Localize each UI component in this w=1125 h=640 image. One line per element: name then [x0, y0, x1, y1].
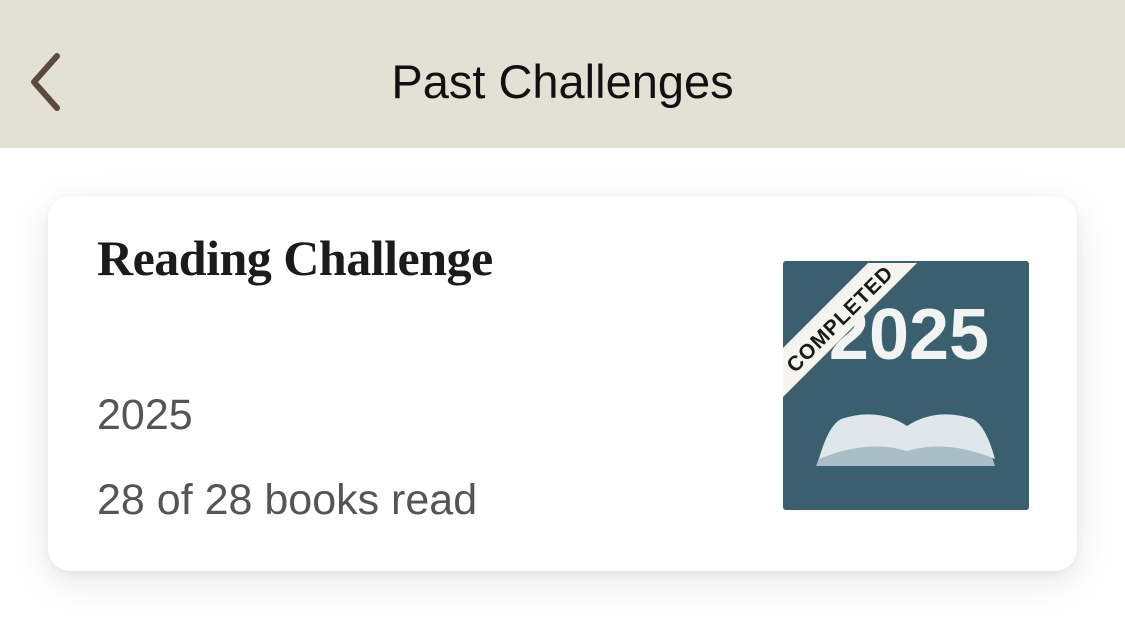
page-title: Past Challenges [391, 55, 734, 108]
challenge-badge: 2025 COMPLETED [783, 261, 1029, 510]
challenge-year: 2025 [97, 391, 193, 439]
challenge-card[interactable]: Reading Challenge 2025 28 of 28 books re… [48, 196, 1077, 571]
challenge-title: Reading Challenge [97, 230, 493, 286]
header-bar: Past Challenges [0, 0, 1125, 148]
challenge-progress: 28 of 28 books read [97, 476, 478, 524]
